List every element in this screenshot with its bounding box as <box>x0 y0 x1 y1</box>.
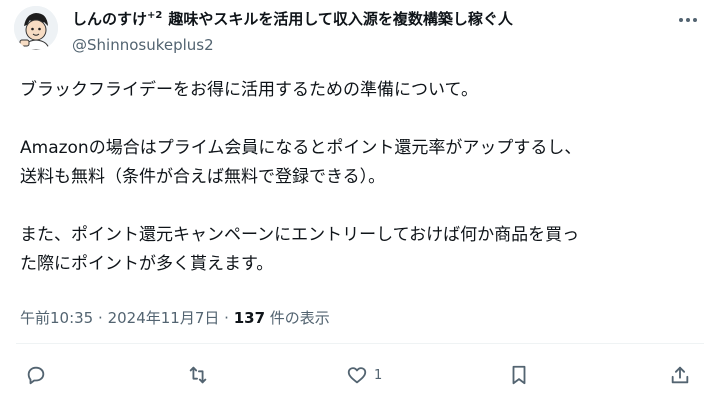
repost-button[interactable] <box>187 364 209 386</box>
action-bar: 1 <box>0 360 720 394</box>
views-label: 件の表示 <box>269 309 330 327</box>
author-sup: +2 <box>147 10 163 21</box>
meta-separator: · <box>224 309 234 327</box>
like-button[interactable]: 1 <box>346 364 382 386</box>
author-name: しんのすけ <box>72 10 148 28</box>
post-line: また、ポイント還元キャンペーンにエントリーしておけば何か商品を買っ <box>20 225 580 245</box>
like-count: 1 <box>374 367 383 383</box>
post-meta: 午前10:35 · 2024年11月7日 · 137 件の表示 <box>20 307 330 328</box>
share-icon <box>671 366 689 384</box>
meta-separator: · <box>98 309 108 327</box>
post-line: 送料も無料（条件が合えば無料で登録できる）。 <box>20 167 386 187</box>
post-time[interactable]: 午前10:35 <box>20 309 93 327</box>
post-text: ブラックフライデーをお得に活用するための準備について。 Amazonの場合はプラ… <box>20 76 700 279</box>
post-date[interactable]: 2024年11月7日 <box>108 309 220 327</box>
views-count: 137 <box>233 309 266 327</box>
post-line-gap <box>20 192 700 221</box>
reply-button[interactable] <box>25 364 47 386</box>
post-line: ブラックフライデーをお得に活用するための準備について。 <box>20 80 478 100</box>
avatar[interactable] <box>14 6 58 50</box>
share-button[interactable] <box>669 364 691 386</box>
post-line-gap <box>20 105 700 134</box>
bookmark-button[interactable] <box>508 364 530 386</box>
author-bio: 趣味やスキルを活用して収入源を複数構築し稼ぐ人 <box>168 10 513 28</box>
author-line[interactable]: しんのすけ+2 趣味やスキルを活用して収入源を複数構築し稼ぐ人 <box>72 8 513 29</box>
reply-icon <box>27 366 45 385</box>
heart-icon <box>347 367 367 384</box>
post-line: た際にポイントが多く貰えます。 <box>20 254 274 274</box>
post-line: Amazonの場合はプライム会員になるとポイント還元率がアップするし、 <box>20 138 582 158</box>
repost-icon <box>189 366 207 384</box>
divider <box>16 343 704 344</box>
avatar-illustration <box>14 6 58 50</box>
more-icon[interactable] <box>676 10 700 30</box>
bookmark-icon <box>512 365 526 385</box>
author-handle[interactable]: @Shinnosukeplus2 <box>72 36 214 54</box>
